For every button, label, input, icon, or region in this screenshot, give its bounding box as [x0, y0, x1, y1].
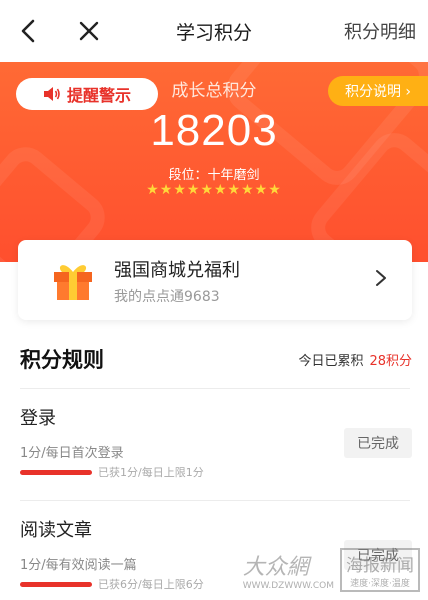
chevron-right-icon — [376, 270, 386, 286]
rule-progress-bar — [20, 470, 92, 475]
watermark: 大众網 WWW.DZWWW.COM 海报新闻 速度·深度·温度 — [243, 548, 420, 592]
watermark-url: WWW.DZWWW.COM — [242, 581, 334, 591]
rule-description: 1分/每日首次登录 — [20, 446, 124, 461]
rank-stars: ★★★★★★★★★★ — [146, 182, 282, 198]
mall-rewards-card[interactable]: 强国商城兑福利 我的点点通9683 — [18, 240, 412, 320]
divider — [20, 500, 410, 501]
rule-item-login: 登录 1分/每日首次登录 已获1分/每日上限1分 已完成 — [0, 390, 428, 500]
rule-progress-bar — [20, 582, 92, 587]
today-accumulated: 今日已累积 28积分 — [298, 350, 412, 369]
rule-status-button[interactable]: 已完成 — [344, 428, 412, 458]
watermark-site: 海报新闻 — [346, 556, 414, 576]
rule-name: 阅读文章 — [20, 520, 92, 541]
mall-card-title: 强国商城兑福利 — [114, 260, 240, 281]
watermark-site-box: 海报新闻 速度·深度·温度 — [340, 548, 420, 592]
rule-progress-text: 已获1分/每日上限1分 — [98, 466, 204, 479]
mall-card-subtitle: 我的点点通9683 — [114, 289, 220, 305]
watermark-text: 大众網 — [242, 555, 309, 580]
points-explanation-button[interactable]: 积分说明 › — [328, 76, 428, 106]
gift-icon — [54, 265, 92, 300]
top-nav-bar: 学习积分 积分明细 — [0, 0, 428, 62]
today-points: 28积分 — [369, 354, 412, 369]
rank-label: 段位：十年磨剑 — [168, 168, 260, 183]
divider — [20, 388, 410, 389]
points-detail-link[interactable]: 积分明细 — [344, 18, 416, 44]
score-banner: 提醒警示 成长总积分 积分说明 › 18203 段位：十年磨剑 ★★★★★★★★… — [0, 62, 428, 262]
rules-heading: 积分规则 — [20, 348, 104, 372]
rule-description: 1分/每有效阅读一篇 — [20, 558, 137, 573]
watermark-logo: 大众網 WWW.DZWWW.COM — [243, 549, 334, 591]
rule-name: 登录 — [20, 408, 56, 429]
points-rules-header: 积分规则 今日已累积 28积分 — [0, 340, 428, 386]
today-label: 今日已累积 — [298, 354, 364, 369]
rule-progress-text: 已获6分/每日上限6分 — [98, 578, 204, 591]
watermark-tagline: 速度·深度·温度 — [350, 579, 410, 589]
total-score-value: 18203 — [150, 106, 278, 155]
